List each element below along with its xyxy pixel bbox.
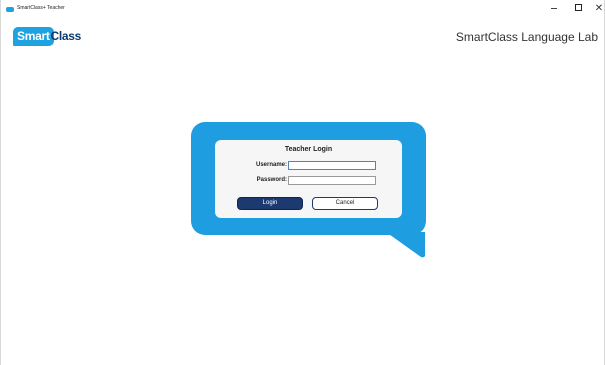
cancel-button[interactable]: Cancel	[312, 197, 378, 210]
app-window: SmartClass+ Teacher ✕ Smart Class SmartC…	[0, 0, 605, 365]
password-label: Password:	[256, 177, 287, 183]
login-button[interactable]: Login	[237, 197, 303, 210]
login-panel: Teacher Login Username: Password: Login …	[215, 140, 402, 218]
login-title: Teacher Login	[284, 146, 333, 153]
password-field[interactable]	[288, 176, 376, 185]
username-field[interactable]	[288, 161, 376, 170]
username-label: Username:	[255, 162, 287, 168]
